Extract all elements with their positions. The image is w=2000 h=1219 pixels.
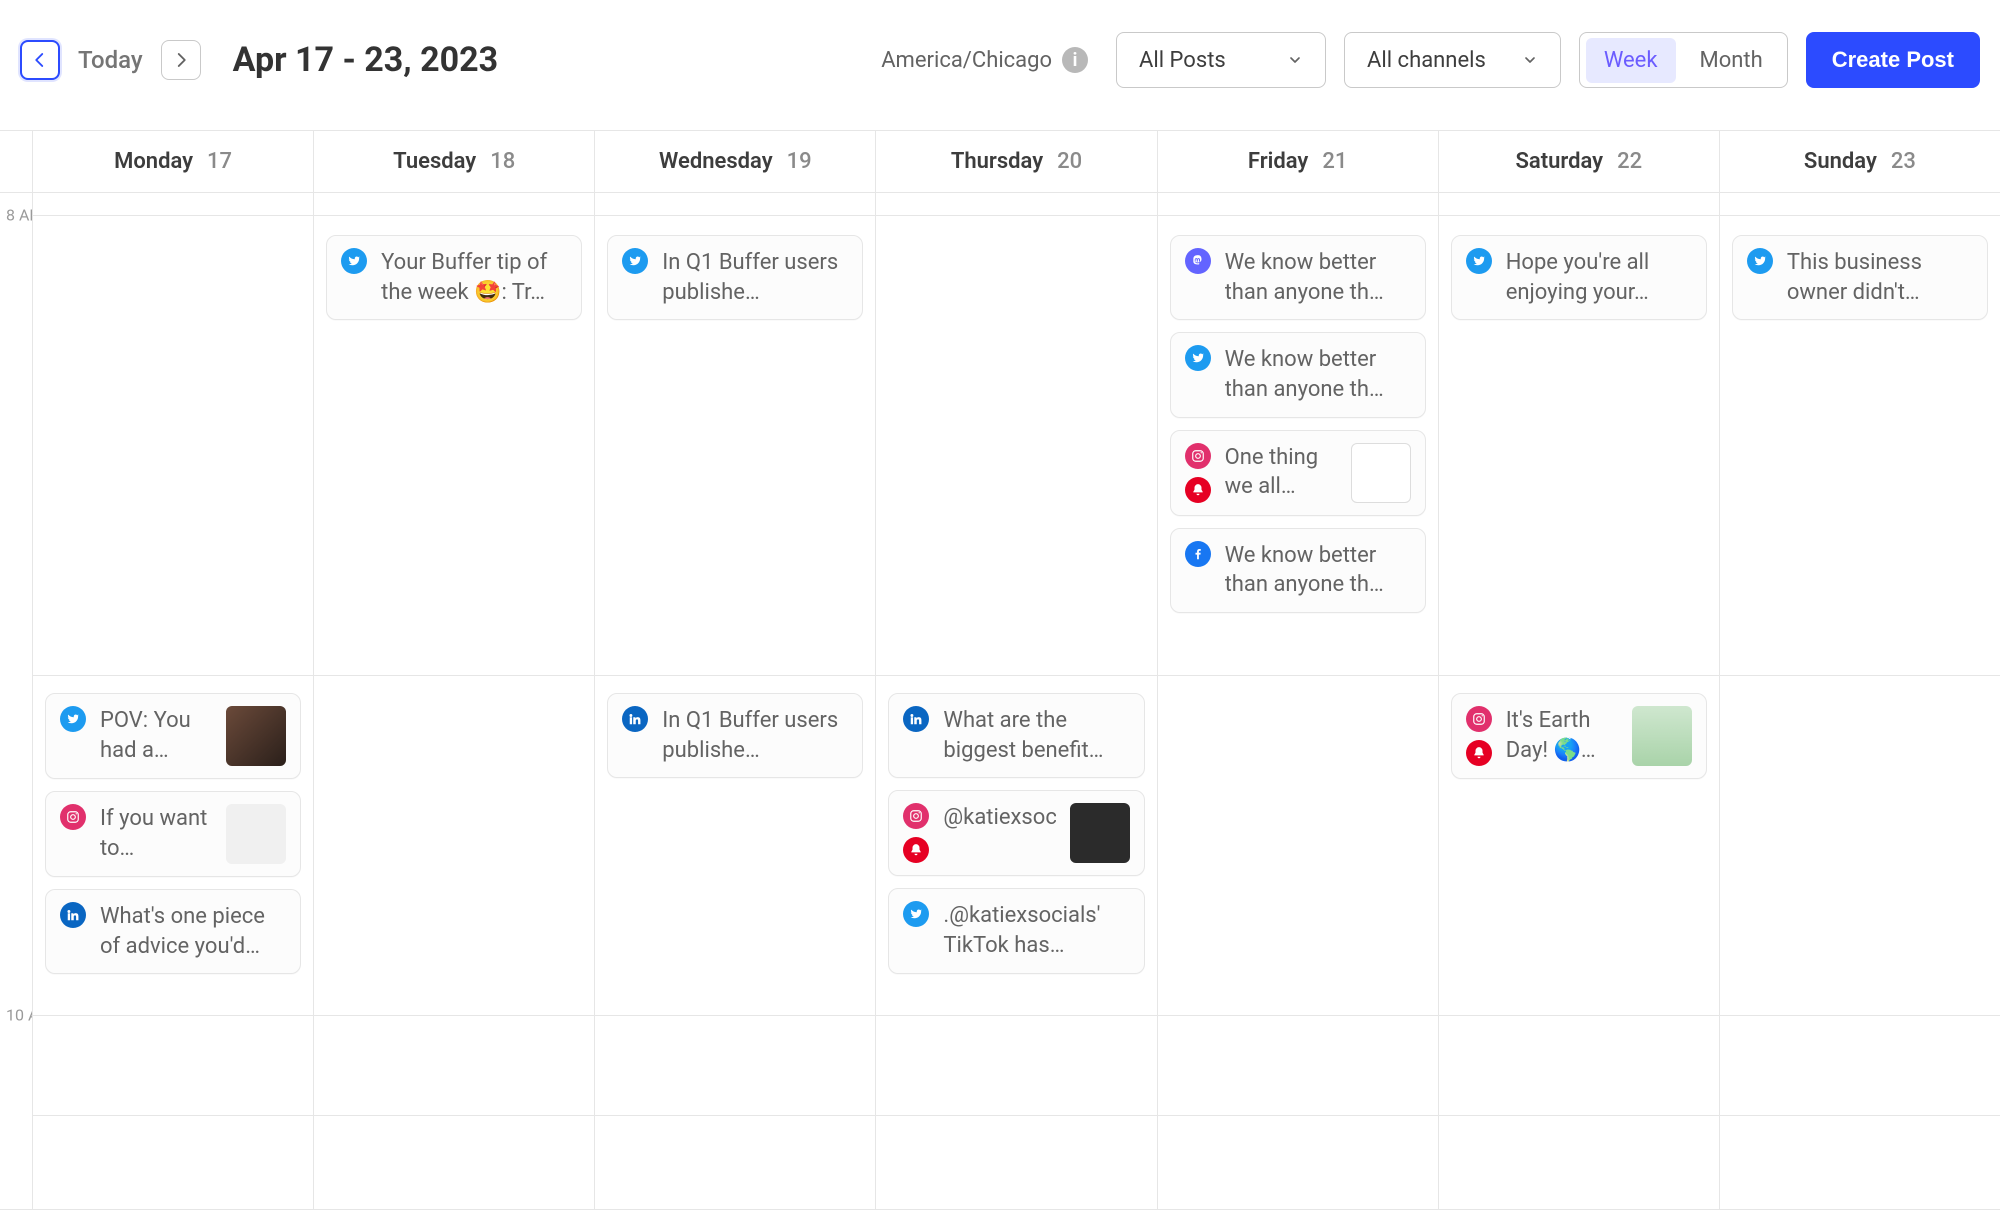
twitter-icon: [1747, 248, 1773, 274]
day-col-sat[interactable]: Hope you're all enjoying your… It's Eart…: [1438, 193, 1719, 1209]
twitter-icon: [622, 248, 648, 274]
post-text: What are the biggest benefit…: [943, 706, 1129, 765]
post-card[interactable]: Your Buffer tip of the week 🤩: Tr…: [326, 235, 582, 320]
post-text: In Q1 Buffer users publishe…: [662, 248, 848, 307]
next-button[interactable]: [161, 40, 201, 80]
time-gutter: 8 AM 10 AM: [0, 193, 32, 1209]
day-header-sat[interactable]: Saturday22: [1438, 131, 1719, 192]
caret-down-icon: [1287, 52, 1303, 68]
chevron-right-icon: [172, 51, 190, 69]
post-text: Your Buffer tip of the week 🤩: Tr…: [381, 248, 567, 307]
day-header-fri[interactable]: Friday21: [1157, 131, 1438, 192]
linkedin-icon: [60, 902, 86, 928]
view-toggle: Week Month: [1579, 32, 1788, 88]
post-card[interactable]: One thing we all…: [1170, 430, 1426, 516]
mastodon-icon: [1185, 248, 1211, 274]
twitter-icon: [903, 901, 929, 927]
post-text: POV: You had a…: [100, 706, 212, 765]
create-post-button[interactable]: Create Post: [1806, 32, 1980, 88]
info-icon: i: [1062, 47, 1088, 73]
linkedin-icon: [903, 706, 929, 732]
post-card[interactable]: In Q1 Buffer users publishe…: [607, 693, 863, 778]
twitter-icon: [1185, 345, 1211, 371]
linkedin-icon: [622, 706, 648, 732]
post-text: Hope you're all enjoying your…: [1506, 248, 1692, 307]
calendar-head: Monday17 Tuesday18 Wednesday19 Thursday2…: [0, 131, 2000, 193]
post-card[interactable]: It's Earth Day! 🌎…: [1451, 693, 1707, 779]
day-header-tue[interactable]: Tuesday18: [313, 131, 594, 192]
prev-button[interactable]: [20, 40, 60, 80]
post-card[interactable]: @katiexsocials'…: [888, 790, 1144, 876]
day-col-tue[interactable]: Your Buffer tip of the week 🤩: Tr…: [313, 193, 594, 1209]
post-card[interactable]: This business owner didn't…: [1732, 235, 1988, 320]
post-text: We know better than anyone th…: [1225, 541, 1411, 600]
post-text: One thing we all…: [1225, 443, 1337, 502]
post-card[interactable]: We know better than anyone th…: [1170, 235, 1426, 320]
instagram-icon: [1185, 443, 1211, 469]
post-text: We know better than anyone th…: [1225, 345, 1411, 404]
day-header-sun[interactable]: Sunday23: [1719, 131, 2000, 192]
day-header-thu[interactable]: Thursday20: [875, 131, 1156, 192]
post-text: We know better than anyone th…: [1225, 248, 1411, 307]
post-thumbnail: [226, 804, 286, 864]
twitter-icon: [60, 706, 86, 732]
post-card[interactable]: We know better than anyone th…: [1170, 332, 1426, 417]
post-card[interactable]: What's one piece of advice you'd…: [45, 889, 301, 974]
facebook-icon: [1185, 541, 1211, 567]
day-columns: POV: You had a… If you want to… What's o…: [32, 193, 2000, 1209]
post-card[interactable]: In Q1 Buffer users publishe…: [607, 235, 863, 320]
post-text: If you want to…: [100, 804, 212, 863]
post-text: This business owner didn't…: [1787, 248, 1973, 307]
chevron-left-icon: [31, 51, 49, 69]
timezone-label: America/Chicago: [881, 48, 1052, 73]
post-thumbnail: [226, 706, 286, 766]
day-col-wed[interactable]: In Q1 Buffer users publishe… In Q1 Buffe…: [594, 193, 875, 1209]
date-range-label: Apr 17 - 23, 2023: [233, 40, 499, 80]
post-text: @katiexsocials'…: [943, 803, 1055, 833]
post-card[interactable]: If you want to…: [45, 791, 301, 877]
posts-filter-value: All Posts: [1139, 48, 1226, 73]
twitter-icon: [1466, 248, 1492, 274]
channels-filter-select[interactable]: All channels: [1344, 32, 1561, 88]
post-thumbnail: [1632, 706, 1692, 766]
week-toggle[interactable]: Week: [1586, 38, 1676, 83]
post-text: In Q1 Buffer users publishe…: [662, 706, 848, 765]
twitter-icon: [341, 248, 367, 274]
channels-filter-value: All channels: [1367, 48, 1486, 73]
post-text: .@katiexsocials' TikTok has…: [943, 901, 1129, 960]
post-card[interactable]: Hope you're all enjoying your…: [1451, 235, 1707, 320]
instagram-icon: [903, 803, 929, 829]
post-card[interactable]: We know better than anyone th…: [1170, 528, 1426, 613]
calendar-body: 8 AM 10 AM POV: You had a… If you want t…: [0, 193, 2000, 1209]
day-col-mon[interactable]: POV: You had a… If you want to… What's o…: [32, 193, 313, 1209]
post-text: It's Earth Day! 🌎…: [1506, 706, 1618, 765]
post-card[interactable]: .@katiexsocials' TikTok has…: [888, 888, 1144, 973]
calendar: Monday17 Tuesday18 Wednesday19 Thursday2…: [0, 130, 2000, 1210]
day-header-wed[interactable]: Wednesday19: [594, 131, 875, 192]
post-text: What's one piece of advice you'd…: [100, 902, 286, 961]
timezone-indicator[interactable]: America/Chicago i: [881, 47, 1088, 73]
instagram-icon: [1466, 706, 1492, 732]
date-nav-group: Today: [20, 40, 201, 80]
day-col-thu[interactable]: What are the biggest benefit… @katiexsoc…: [875, 193, 1156, 1209]
instagram-icon: [60, 804, 86, 830]
day-col-fri[interactable]: We know better than anyone th… We know b…: [1157, 193, 1438, 1209]
bell-icon: [1185, 477, 1211, 503]
today-button[interactable]: Today: [68, 46, 153, 74]
caret-down-icon: [1522, 52, 1538, 68]
day-header-mon[interactable]: Monday17: [32, 131, 313, 192]
post-thumbnail: [1070, 803, 1130, 863]
posts-filter-select[interactable]: All Posts: [1116, 32, 1326, 88]
day-col-sun[interactable]: This business owner didn't…: [1719, 193, 2000, 1209]
calendar-header: Today Apr 17 - 23, 2023 America/Chicago …: [0, 0, 2000, 130]
post-card[interactable]: POV: You had a…: [45, 693, 301, 779]
post-thumbnail: [1351, 443, 1411, 503]
bell-icon: [903, 837, 929, 863]
month-toggle[interactable]: Month: [1682, 38, 1781, 83]
bell-icon: [1466, 740, 1492, 766]
post-card[interactable]: What are the biggest benefit…: [888, 693, 1144, 778]
